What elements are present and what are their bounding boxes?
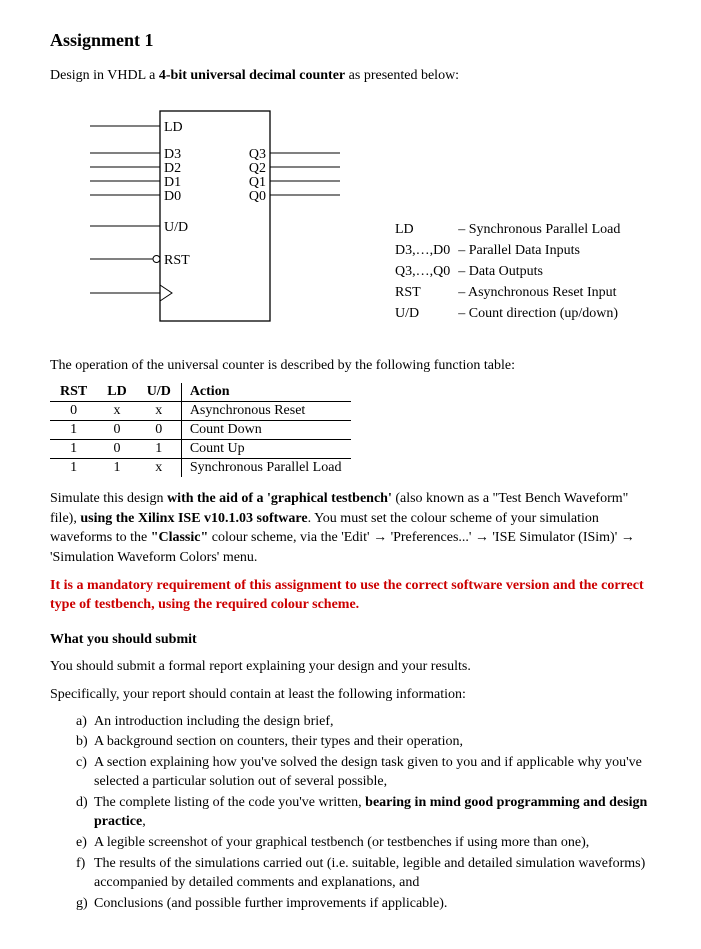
cell: 0 xyxy=(97,421,136,440)
sig-desc: – Asynchronous Reset Input xyxy=(455,284,623,303)
pin-rst: RST xyxy=(164,253,190,268)
list-marker: f) xyxy=(76,855,85,874)
cell: Count Up xyxy=(181,440,351,459)
table-intro: The operation of the universal counter i… xyxy=(50,356,651,376)
table-row: 1 0 0 Count Down xyxy=(50,421,351,440)
cell: x xyxy=(137,459,182,478)
pin-ld: LD xyxy=(164,120,183,135)
cell: Synchronous Parallel Load xyxy=(181,459,351,478)
table-row: 1 0 1 Count Up xyxy=(50,440,351,459)
intro-bold: 4-bit universal decimal counter xyxy=(159,68,345,83)
pin-q1: Q1 xyxy=(249,175,266,190)
list-marker: e) xyxy=(76,834,87,853)
pin-d3: D3 xyxy=(164,147,181,162)
function-table: RST LD U/D Action 0 x x Asynchronous Res… xyxy=(50,383,351,477)
submit-intro: You should submit a formal report explai… xyxy=(50,657,651,677)
col-rst: RST xyxy=(50,383,97,402)
sig-desc: – Data Outputs xyxy=(455,263,623,282)
sig-name: RST xyxy=(392,284,453,303)
list-item: d) The complete listing of the code you'v… xyxy=(76,794,651,832)
table-row: 1 1 x Synchronous Parallel Load xyxy=(50,459,351,478)
list-marker: d) xyxy=(76,794,88,813)
list-item: f) The results of the simulations carried… xyxy=(76,855,651,893)
cell: x xyxy=(97,402,136,421)
cell: Count Down xyxy=(181,421,351,440)
submit-list: a) An introduction including the design b… xyxy=(50,713,651,914)
list-marker: a) xyxy=(76,713,87,732)
sig-desc: – Synchronous Parallel Load xyxy=(455,221,623,240)
list-post: , xyxy=(142,814,146,829)
intro-suffix: as presented below: xyxy=(345,68,459,83)
cell: 0 xyxy=(50,402,97,421)
list-marker: g) xyxy=(76,895,88,914)
sig-name: LD xyxy=(392,221,453,240)
list-item: b) A background section on counters, thei… xyxy=(76,733,651,752)
cell: 1 xyxy=(137,440,182,459)
pin-q2: Q2 xyxy=(249,161,266,176)
simulation-paragraph: Simulate this design with the aid of a '… xyxy=(50,489,651,567)
list-marker: c) xyxy=(76,754,87,773)
pin-q0: Q0 xyxy=(249,189,266,204)
text-bold: using the Xilinx ISE v10.1.03 software xyxy=(80,511,307,526)
sig-name: U/D xyxy=(392,305,453,324)
mandatory-note: It is a mandatory requirement of this as… xyxy=(50,576,651,615)
col-ld: LD xyxy=(97,383,136,402)
counter-block-diagram: LD D3 D2 D1 D0 U/D RST Q3 Q2 Q1 Q0 xyxy=(50,101,360,331)
diagram-and-defs: LD D3 D2 D1 D0 U/D RST Q3 Q2 Q1 Q0 LD– S… xyxy=(50,101,651,331)
signal-definitions: LD– Synchronous Parallel Load D3,…,D0– P… xyxy=(390,219,625,330)
text-bold: with the aid of a 'graphical testbench' xyxy=(167,491,392,506)
text: Simulate this design xyxy=(50,491,167,506)
cell: x xyxy=(137,402,182,421)
list-text: The results of the simulations carried o… xyxy=(94,856,645,890)
list-text: A legible screenshot of your graphical t… xyxy=(94,835,589,850)
pin-q3: Q3 xyxy=(249,147,266,162)
list-text: An introduction including the design bri… xyxy=(94,714,334,729)
signal-defs-table: LD– Synchronous Parallel Load D3,…,D0– P… xyxy=(390,219,625,325)
list-item: a) An introduction including the design b… xyxy=(76,713,651,732)
pin-d1: D1 xyxy=(164,175,181,190)
list-marker: b) xyxy=(76,733,88,752)
cell: 1 xyxy=(97,459,136,478)
submit-heading: What you should submit xyxy=(50,630,651,650)
cell: 0 xyxy=(137,421,182,440)
sig-name: D3,…,D0 xyxy=(392,242,453,261)
list-item: e) A legible screenshot of your graphical… xyxy=(76,834,651,853)
page-title: Assignment 1 xyxy=(50,30,651,51)
text-bold: "Classic" xyxy=(151,530,209,545)
col-ud: U/D xyxy=(137,383,182,402)
sig-desc: – Parallel Data Inputs xyxy=(455,242,623,261)
list-text: Conclusions (and possible further improv… xyxy=(94,896,447,911)
intro-paragraph: Design in VHDL a 4-bit universal decimal… xyxy=(50,66,651,86)
list-item: c) A section explaining how you've solved… xyxy=(76,754,651,792)
cell: 1 xyxy=(50,440,97,459)
col-action: Action xyxy=(181,383,351,402)
pin-d0: D0 xyxy=(164,189,181,204)
cell: Asynchronous Reset xyxy=(181,402,351,421)
cell: 1 xyxy=(50,421,97,440)
cell: 1 xyxy=(50,459,97,478)
pin-ud: U/D xyxy=(164,220,188,235)
sig-name: Q3,…,Q0 xyxy=(392,263,453,282)
cell: 0 xyxy=(97,440,136,459)
intro-prefix: Design in VHDL a xyxy=(50,68,159,83)
sig-desc: – Count direction (up/down) xyxy=(455,305,623,324)
submit-spec: Specifically, your report should contain… xyxy=(50,685,651,705)
list-text: A background section on counters, their … xyxy=(94,734,463,749)
list-text: The complete listing of the code you've … xyxy=(94,795,365,810)
table-row: 0 x x Asynchronous Reset xyxy=(50,402,351,421)
pin-d2: D2 xyxy=(164,161,181,176)
list-item: g) Conclusions (and possible further impr… xyxy=(76,895,651,914)
list-text: A section explaining how you've solved t… xyxy=(94,755,642,789)
